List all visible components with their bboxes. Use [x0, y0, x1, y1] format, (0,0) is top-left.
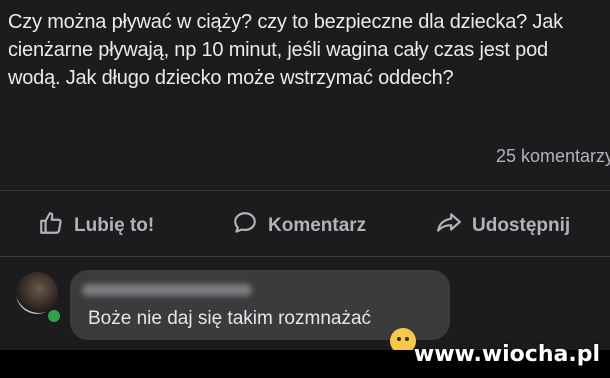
watermark: www.wiocha.pl [413, 342, 600, 367]
like-icon [38, 210, 64, 242]
comment: Boże nie daj się takim rozmnażać [0, 262, 610, 354]
share-button[interactable]: Udostępnij [436, 210, 570, 242]
post-actions-bar: Lubię to! Komentarz Udostępnij [0, 196, 610, 252]
comment-author-name-blurred[interactable] [82, 284, 252, 296]
divider-top [0, 190, 610, 191]
comment-bubble: Boże nie daj się takim rozmnażać [70, 270, 450, 340]
comment-icon [232, 210, 258, 242]
comments-count-link[interactable]: 25 komentarzy [496, 146, 610, 167]
online-status-dot [46, 308, 62, 324]
comment-button-label: Komentarz [268, 215, 367, 236]
share-icon [436, 210, 462, 242]
comment-button[interactable]: Komentarz [232, 210, 366, 242]
post-text: Czy można pływać w ciąży? czy to bezpiec… [8, 11, 563, 89]
divider-bottom [0, 256, 610, 257]
share-button-label: Udostępnij [472, 215, 571, 236]
like-button[interactable]: Lubię to! [38, 210, 154, 242]
like-button-label: Lubię to! [74, 215, 155, 236]
comment-text: Boże nie daj się takim rozmnażać [88, 308, 372, 329]
